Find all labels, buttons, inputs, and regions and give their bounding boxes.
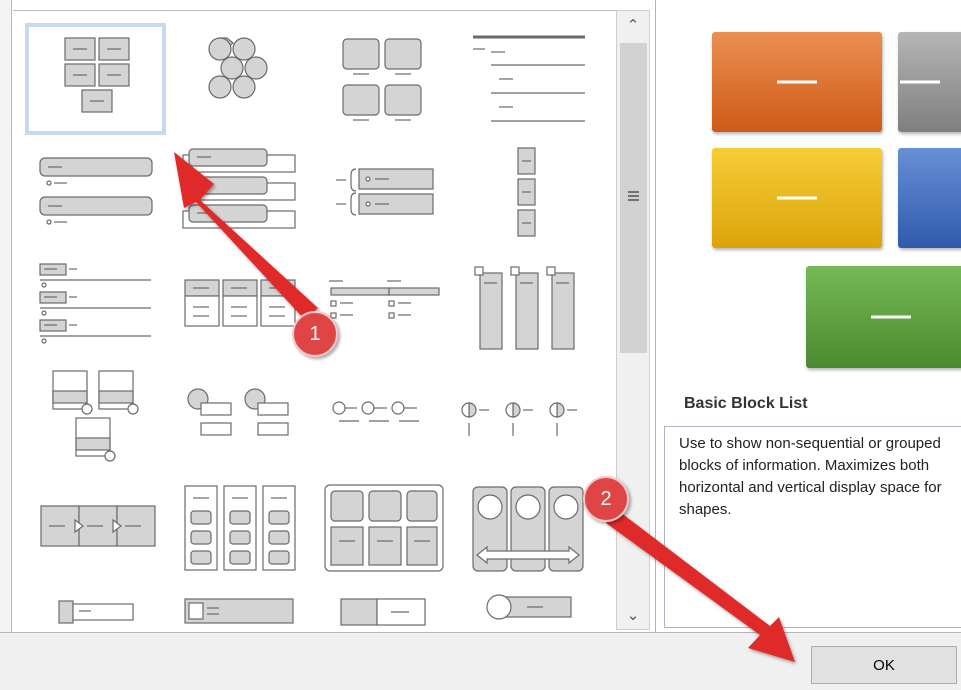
annotation-arrow-2 bbox=[606, 509, 795, 662]
annotation-arrow-1 bbox=[174, 152, 318, 320]
annotation-overlay bbox=[174, 152, 795, 662]
annotation-badge-1: 1 bbox=[292, 311, 338, 357]
choose-smartart-dialog: .g { fill: #d4d4d4; stroke: #6a6a6a; str… bbox=[0, 0, 961, 690]
annotation-badge-2: 2 bbox=[583, 476, 629, 522]
